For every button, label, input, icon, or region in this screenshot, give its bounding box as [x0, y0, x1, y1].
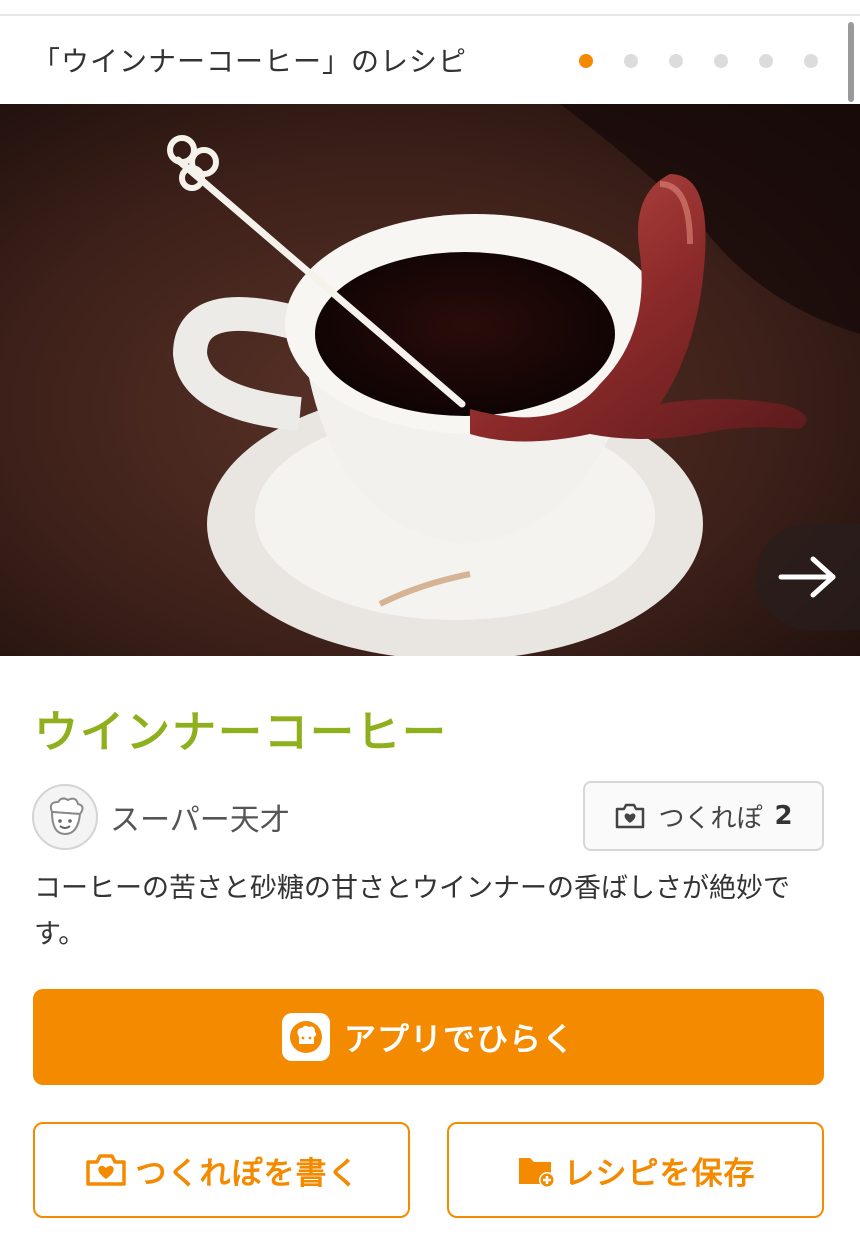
carousel-dot-5[interactable]	[759, 54, 773, 68]
save-recipe-button[interactable]: レシピを保存	[447, 1122, 824, 1218]
next-slide-button[interactable]	[756, 524, 860, 630]
cookpad-app-icon	[281, 1013, 330, 1061]
carousel-title: 「ウインナーコーヒー」のレシピ	[32, 45, 468, 78]
carousel-dot-2[interactable]	[624, 54, 638, 68]
open-in-app-button[interactable]: アプリでひらく	[33, 989, 824, 1085]
folder-plus-icon	[518, 1158, 555, 1188]
carousel-indicator	[579, 54, 818, 68]
carousel-dot-4[interactable]	[714, 54, 728, 68]
carousel-dot-1[interactable]	[579, 54, 593, 68]
author-name[interactable]: スーパー天才	[110, 795, 290, 839]
tsukurepo-label: つくれぽ	[658, 803, 763, 834]
open-in-app-label: アプリでひらく	[343, 1020, 575, 1058]
arrow-right-icon	[778, 556, 836, 598]
save-recipe-label: レシピを保存	[563, 1155, 756, 1192]
camera-heart-icon	[85, 1154, 126, 1186]
author-avatar[interactable]	[32, 784, 98, 850]
write-tsukurepo-button[interactable]: つくれぽを書く	[33, 1122, 410, 1218]
carousel-dot-6[interactable]	[804, 54, 818, 68]
write-tsukurepo-label: つくれぽを書く	[135, 1155, 360, 1192]
recipe-photo	[0, 104, 860, 656]
carousel-header: 「ウインナーコーヒー」のレシピ	[0, 16, 860, 104]
coffee-photo-illustration	[0, 104, 860, 656]
tsukurepo-count-button[interactable]: つくれぽ 2	[583, 781, 824, 851]
recipe-description: コーヒーの苦さと砂糖の甘さとウインナーの香ばしさが絶妙です。	[34, 873, 790, 950]
camera-heart-icon	[616, 803, 645, 829]
author-link[interactable]: スーパー天才	[32, 784, 290, 850]
chef-hat-face-icon	[49, 797, 84, 836]
recipe-title: ウインナーコーヒー	[34, 707, 448, 758]
scrollbar[interactable]	[848, 22, 854, 102]
tsukurepo-count: 2	[774, 801, 793, 831]
carousel-dot-3[interactable]	[669, 54, 683, 68]
